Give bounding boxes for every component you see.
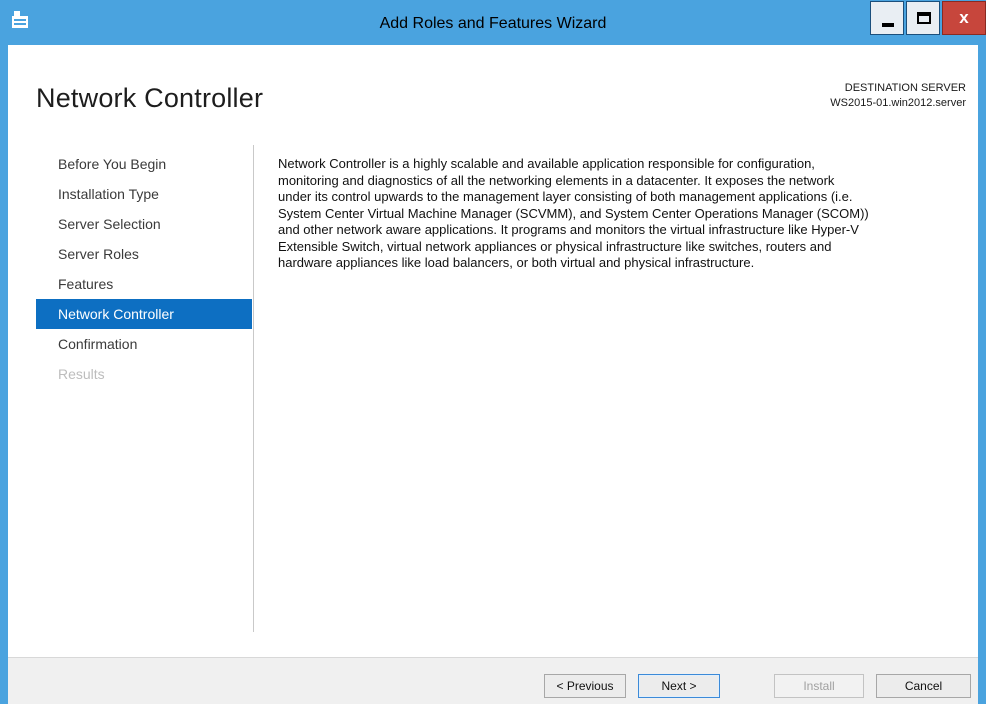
destination-server: DESTINATION SERVER WS2015-01.win2012.ser… xyxy=(830,81,966,111)
description-line: System Center Virtual Machine Manager (S… xyxy=(278,205,869,221)
destination-server-name: WS2015-01.win2012.server xyxy=(830,97,966,109)
nav-item-results: Results xyxy=(58,366,105,382)
title-bar[interactable]: Add Roles and Features Wizard x xyxy=(0,0,986,45)
nav-item-server-selection[interactable]: Server Selection xyxy=(36,209,252,239)
nav-item-installation-type[interactable]: Installation Type xyxy=(36,179,252,209)
window-title: Add Roles and Features Wizard xyxy=(379,15,607,32)
description-line: and other network aware applications. It… xyxy=(278,222,859,237)
maximize-icon xyxy=(917,12,931,24)
page-title: Network Controller xyxy=(36,83,264,113)
minimize-button[interactable] xyxy=(870,1,904,35)
install-button: Install xyxy=(774,674,864,698)
close-button[interactable]: x xyxy=(942,1,986,35)
nav-item-network-controller[interactable]: Network Controller xyxy=(36,299,252,329)
wizard-content: Network Controller DESTINATION SERVER WS… xyxy=(8,45,978,657)
minimize-icon xyxy=(882,23,894,27)
nav-item-server-roles[interactable]: Server Roles xyxy=(36,239,252,269)
role-description: Network Controller is a highly scalable … xyxy=(278,156,972,272)
nav-item-features[interactable]: Features xyxy=(36,269,252,299)
previous-button[interactable]: < Previous xyxy=(544,674,626,698)
wizard-window: Add Roles and Features Wizard x Network … xyxy=(0,0,986,704)
maximize-button[interactable] xyxy=(906,1,940,35)
description-line: Network Controller is a highly scalable … xyxy=(278,156,815,171)
nav-divider xyxy=(253,145,254,632)
nav-item-confirmation[interactable]: Confirmation xyxy=(36,329,252,359)
cancel-button[interactable]: Cancel xyxy=(876,674,971,698)
destination-server-label: DESTINATION SERVER xyxy=(844,82,966,94)
next-button[interactable]: Next > xyxy=(638,674,720,698)
wizard-nav: Before You Begin Installation Type Serve… xyxy=(36,149,252,389)
description-line: monitoring and diagnostics of all the ne… xyxy=(278,172,835,188)
description-line: under its control upwards to the managem… xyxy=(278,189,853,204)
close-icon: x xyxy=(959,8,969,27)
nav-item-before-you-begin[interactable]: Before You Begin xyxy=(36,149,252,179)
wizard-footer: < Previous Next > Install Cancel xyxy=(8,657,978,704)
description-line: Extensible Switch, virtual network appli… xyxy=(278,238,832,254)
description-line: hardware appliances like load balancers,… xyxy=(278,255,755,270)
